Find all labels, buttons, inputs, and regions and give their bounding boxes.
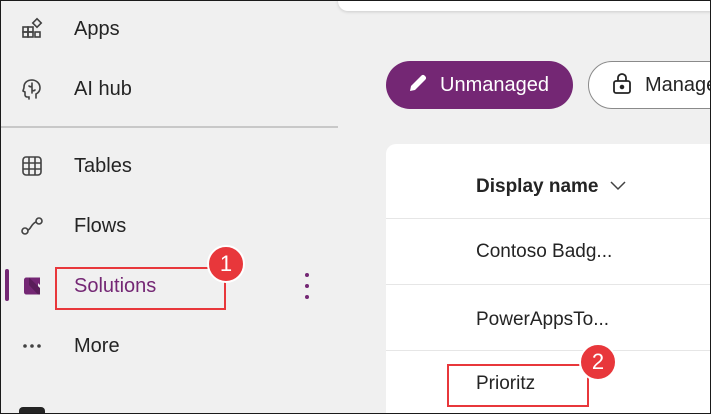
sidebar-item-label: More <box>74 334 120 357</box>
row-divider <box>386 218 710 219</box>
sidebar-item-more[interactable]: More <box>1 324 338 368</box>
lock-icon <box>611 71 633 100</box>
sidebar-item-tables[interactable]: Tables <box>1 144 338 188</box>
callout-box-2 <box>447 364 589 407</box>
row-divider <box>386 284 710 285</box>
unmanaged-filter-button[interactable]: Unmanaged <box>386 61 573 109</box>
header-card <box>338 1 710 11</box>
managed-label: Manage <box>645 73 711 96</box>
callout-badge-2: 2 <box>579 343 617 381</box>
solutions-icon <box>20 274 44 298</box>
next-item-icon <box>19 407 45 413</box>
sidebar-item-label: Flows <box>74 214 127 237</box>
sidebar-item-label: Tables <box>74 154 132 177</box>
brain-icon <box>20 77 44 101</box>
table-grid-icon <box>20 154 44 178</box>
row-divider <box>386 350 710 351</box>
app-window: Apps AI hub Tables Flows Solutions More … <box>0 0 711 414</box>
more-horizontal-icon <box>20 334 44 358</box>
table-row[interactable]: Contoso Badg... <box>476 241 612 263</box>
main-content: Unmanaged Manage Display name Contoso Ba… <box>338 1 711 413</box>
sidebar-item-label: Apps <box>74 17 120 40</box>
column-header-display-name[interactable]: Display name <box>476 176 627 198</box>
column-header-label: Display name <box>476 176 599 197</box>
nav-divider <box>1 126 338 128</box>
sidebar-item-label: AI hub <box>74 77 132 100</box>
flow-icon <box>20 214 44 238</box>
sidebar-item-flows[interactable]: Flows <box>1 204 338 248</box>
callout-box-1 <box>55 267 226 310</box>
table-row[interactable]: PowerAppsTo... <box>476 309 609 331</box>
callout-badge-1: 1 <box>207 245 245 283</box>
left-navigation: Apps AI hub Tables Flows Solutions More <box>1 1 338 413</box>
more-options-icon[interactable] <box>299 273 315 299</box>
apps-icon <box>20 17 44 41</box>
sidebar-item-apps[interactable]: Apps <box>1 7 338 51</box>
pencil-icon <box>406 71 430 100</box>
sidebar-item-ai-hub[interactable]: AI hub <box>1 67 338 111</box>
managed-filter-button[interactable]: Manage <box>588 61 711 109</box>
chevron-down-icon <box>609 178 627 196</box>
unmanaged-label: Unmanaged <box>440 73 549 96</box>
